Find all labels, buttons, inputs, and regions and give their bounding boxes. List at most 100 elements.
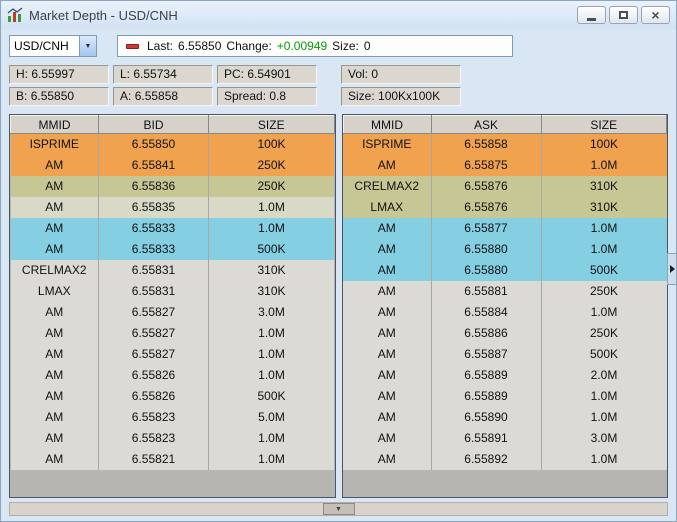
depth-row[interactable]: AM 6.55880 1.0M xyxy=(343,238,667,260)
cell-size: 250K xyxy=(257,158,286,172)
cell-size: 3.0M xyxy=(590,431,618,445)
cell-size: 250K xyxy=(589,284,619,298)
cell-size: 1.0M xyxy=(590,410,618,424)
depth-row[interactable]: AM 6.55881 250K xyxy=(343,280,667,302)
depth-row[interactable]: AM 6.55890 1.0M xyxy=(343,406,667,428)
depth-row[interactable]: AM 6.55823 5.0M xyxy=(10,406,334,428)
stat-high: H: 6.55997 xyxy=(9,65,109,84)
stat-label: H: xyxy=(16,67,28,81)
depth-row[interactable]: AM 6.55827 1.0M xyxy=(10,343,334,365)
change-value: +0.00949 xyxy=(276,39,328,53)
cell-mmid: AM xyxy=(343,364,432,386)
cell-size: 1.0M xyxy=(590,221,618,235)
cell-price: 6.55823 xyxy=(98,406,209,428)
depth-row[interactable]: AM 6.55826 500K xyxy=(10,385,334,407)
cell-size: 1.0M xyxy=(590,242,618,256)
depth-row[interactable]: AM 6.55884 1.0M xyxy=(343,301,667,323)
depth-row[interactable]: AM 6.55891 3.0M xyxy=(343,427,667,449)
title-bar[interactable]: Market Depth - USD/CNH × xyxy=(1,1,676,29)
depth-row[interactable]: AM 6.55823 1.0M xyxy=(10,427,334,449)
cell-mmid: ISPRIME xyxy=(343,133,432,155)
chevron-down-icon[interactable]: ▼ xyxy=(79,36,96,56)
cell-mmid: AM xyxy=(10,154,99,176)
pane-expander-button[interactable] xyxy=(667,253,676,285)
depth-row[interactable]: AM 6.55877 1.0M xyxy=(343,217,667,239)
cell-price: 6.55833 xyxy=(98,217,209,239)
stat-label: Vol: xyxy=(348,67,369,81)
cell-price: 6.55877 xyxy=(431,217,542,239)
cell-mmid: AM xyxy=(343,427,432,449)
depth-row[interactable]: LMAX 6.55831 310K xyxy=(10,280,334,302)
cell-size: 1.0M xyxy=(258,326,285,340)
restore-button[interactable] xyxy=(609,6,638,24)
depth-row[interactable]: AM 6.55889 2.0M xyxy=(343,364,667,386)
cell-mmid: AM xyxy=(10,322,99,344)
cell-mmid: AM xyxy=(10,196,99,218)
depth-row[interactable]: AM 6.55875 1.0M xyxy=(343,154,667,176)
cell-mmid: AM xyxy=(10,427,99,449)
depth-row[interactable]: AM 6.55841 250K xyxy=(10,154,334,176)
cell-price: 6.55858 xyxy=(431,133,542,155)
cell-price: 6.55850 xyxy=(98,133,209,155)
cell-mmid: AM xyxy=(10,364,99,386)
stat-value: 6.55734 xyxy=(133,67,177,81)
cell-price: 6.55827 xyxy=(98,343,209,365)
depth-row[interactable]: CRELMAX2 6.55876 310K xyxy=(343,175,667,197)
toolbar: USD/CNH ▼ Last: 6.55850 Change: +0.00949… xyxy=(9,35,668,57)
ask-size-header: SIZE xyxy=(540,115,667,134)
scrollbar-thumb[interactable]: ▼ xyxy=(322,503,355,515)
bid-table: MMID BID SIZE ISPRIME 6.55850 100K AM 6.5584… xyxy=(9,114,336,498)
bid-size-header: SIZE xyxy=(208,115,335,134)
depth-row[interactable]: AM 6.55821 1.0M xyxy=(10,448,334,470)
cell-mmid: CRELMAX2 xyxy=(10,259,99,281)
depth-row[interactable]: AM 6.55827 3.0M xyxy=(10,301,334,323)
cell-price: 6.55887 xyxy=(431,343,542,365)
cell-price: 6.55821 xyxy=(98,448,209,470)
depth-row[interactable]: AM 6.55836 250K xyxy=(10,175,334,197)
depth-row[interactable]: CRELMAX2 6.55831 310K xyxy=(10,259,334,281)
minimize-button[interactable] xyxy=(577,6,606,24)
depth-row[interactable]: AM 6.55889 1.0M xyxy=(343,385,667,407)
cell-size: 100K xyxy=(257,137,286,152)
cell-mmid: AM xyxy=(343,280,432,302)
cell-mmid: AM xyxy=(343,259,432,281)
cell-size: 310K xyxy=(589,200,619,214)
cell-size: 1.0M xyxy=(258,431,285,445)
depth-row[interactable]: ISPRIME 6.55850 100K xyxy=(10,133,334,155)
cell-price: 6.55884 xyxy=(431,301,542,323)
cell-mmid: AM xyxy=(343,238,432,260)
symbol-combobox[interactable]: USD/CNH ▼ xyxy=(9,35,97,57)
depth-row[interactable]: AM 6.55827 1.0M xyxy=(10,322,334,344)
depth-row[interactable]: AM 6.55880 500K xyxy=(343,259,667,281)
close-button[interactable]: × xyxy=(641,6,670,24)
depth-row[interactable]: AM 6.55835 1.0M xyxy=(10,196,334,218)
cell-size: 310K xyxy=(589,179,619,193)
stat-label: PC: xyxy=(224,67,245,81)
stat-value: 6.54901 xyxy=(247,67,291,81)
depth-row[interactable]: ISPRIME 6.55858 100K xyxy=(343,133,667,155)
depth-row[interactable]: AM 6.55833 1.0M xyxy=(10,217,334,239)
stat-value: 6.55997 xyxy=(31,67,75,81)
bid-header-row: MMID BID SIZE xyxy=(10,115,335,134)
depth-row[interactable]: AM 6.55826 1.0M xyxy=(10,364,334,386)
cell-mmid: AM xyxy=(343,217,432,239)
stat-label: Size: xyxy=(348,89,375,103)
stat-bid: B: 6.55850 xyxy=(9,87,109,106)
cell-price: 6.55889 xyxy=(431,364,542,386)
cell-mmid: CRELMAX2 xyxy=(343,175,432,197)
cell-size: 1.0M xyxy=(590,389,618,403)
depth-row[interactable]: AM 6.55892 1.0M xyxy=(343,448,667,470)
window-controls: × xyxy=(577,6,670,24)
depth-row[interactable]: LMAX 6.55876 310K xyxy=(343,196,667,218)
stats-row-1: H: 6.55997 L: 6.55734 PC: 6.54901 Vol: 0 xyxy=(9,65,668,84)
depth-tables: MMID BID SIZE ISPRIME 6.55850 100K AM 6.5584… xyxy=(9,114,668,498)
bid-mmid-header: MMID xyxy=(10,115,99,134)
cell-size: 1.0M xyxy=(258,200,285,214)
depth-row[interactable]: AM 6.55886 250K xyxy=(343,322,667,344)
candlestick-chart-icon xyxy=(7,7,23,22)
cell-mmid: AM xyxy=(10,343,99,365)
horizontal-scrollbar[interactable]: ▼ xyxy=(9,502,668,516)
depth-row[interactable]: AM 6.55887 500K xyxy=(343,343,667,365)
window-title: Market Depth - USD/CNH xyxy=(29,7,178,23)
depth-row[interactable]: AM 6.55833 500K xyxy=(10,238,334,260)
